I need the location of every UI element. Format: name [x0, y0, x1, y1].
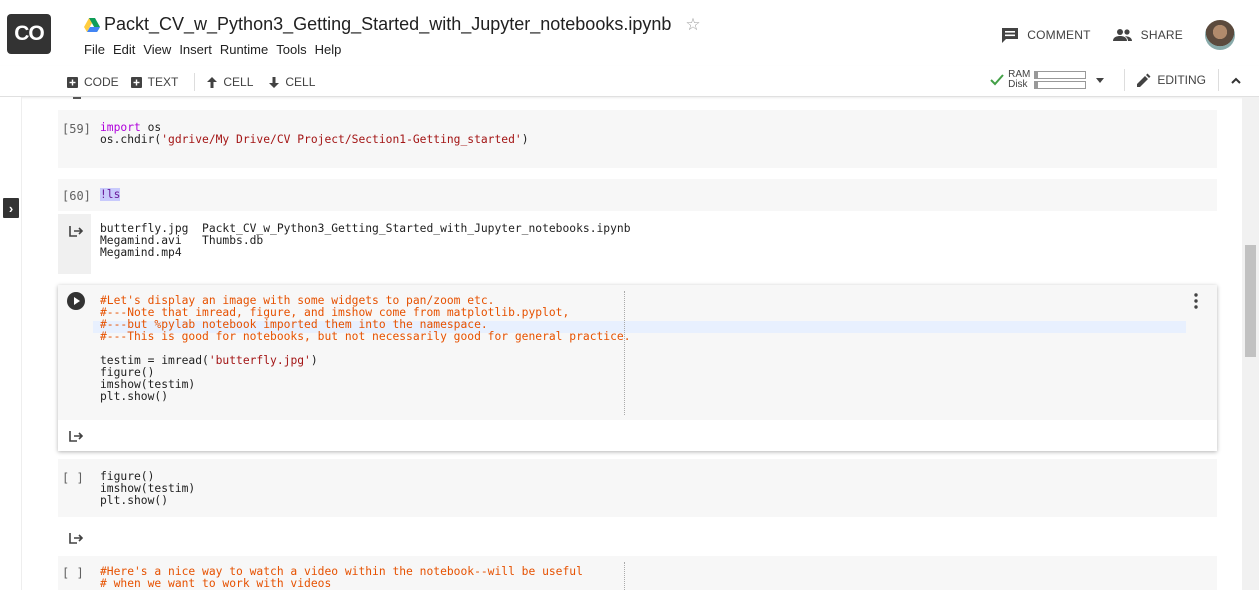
notebook-toolbar: CODE TEXT CELL CELL RAM Disk EDITING: [0, 66, 1259, 97]
move-cell-up-button[interactable]: CELL: [207, 75, 253, 89]
menu-edit[interactable]: Edit: [113, 42, 135, 57]
code-string: 'butterfly.jpg': [208, 354, 311, 367]
cell-figure-output: [58, 525, 1217, 551]
share-label: SHARE: [1140, 28, 1183, 42]
code-magic: !ls: [100, 188, 121, 201]
code-cell-figure[interactable]: [ ] figure() imshow(testim) plt.show(): [58, 459, 1217, 517]
user-avatar[interactable]: [1205, 20, 1235, 50]
header-actions: COMMENT SHARE: [1001, 20, 1259, 50]
code-editor[interactable]: figure() imshow(testim) plt.show(): [100, 471, 195, 507]
code-cell-59[interactable]: [59] import os os.chdir('gdrive/My Drive…: [58, 110, 1217, 168]
ram-bar: [1034, 71, 1087, 79]
menu-help[interactable]: Help: [315, 42, 342, 57]
add-code-label: CODE: [84, 75, 119, 89]
menu-bar: File Edit View Insert Runtime Tools Help: [84, 42, 349, 57]
toolbar-divider: [194, 73, 196, 91]
resource-labels: RAM Disk: [1008, 70, 1030, 90]
output-redirect-icon[interactable]: [68, 530, 84, 546]
code-cell-60[interactable]: [60] !ls: [58, 179, 1217, 211]
disk-bar: [1034, 81, 1087, 89]
toggle-sidebar-button[interactable]: ›: [3, 198, 19, 218]
code-text: os.chdir(: [100, 133, 162, 146]
code-editor[interactable]: import os os.chdir('gdrive/My Drive/CV P…: [100, 122, 529, 146]
google-drive-icon: [84, 17, 100, 32]
code-comment: #---This is good for notebooks, but not …: [100, 330, 631, 343]
output-text: butterfly.jpg Packt_CV_w_Python3_Getting…: [100, 222, 631, 259]
code-text: ): [521, 133, 529, 146]
cell-60-output: butterfly.jpg Packt_CV_w_Python3_Getting…: [58, 214, 1217, 274]
menu-runtime[interactable]: Runtime: [220, 42, 268, 57]
comment-button[interactable]: COMMENT: [1001, 27, 1090, 43]
toolbar-left: CODE TEXT CELL CELL: [67, 73, 327, 91]
title-row: Packt_CV_w_Python3_Getting_Started_with_…: [84, 14, 701, 35]
colab-logo[interactable]: CO: [7, 14, 51, 54]
move-cell-down-button[interactable]: CELL: [269, 75, 315, 89]
active-code-cell[interactable]: #Let's display an image with some widget…: [58, 285, 1217, 451]
toolbar-right: RAM Disk EDITING: [990, 69, 1241, 91]
code-comment: # when we want to work with videos: [100, 577, 332, 590]
add-box-icon: [67, 76, 78, 88]
code-editor[interactable]: !ls: [100, 188, 121, 201]
dropdown-arrow-icon[interactable]: [1096, 77, 1105, 83]
code-cell-video[interactable]: [ ] #Here's a nice way to watch a video …: [58, 556, 1217, 590]
vertical-scrollbar[interactable]: [1242, 97, 1259, 590]
code-text: plt.show(): [100, 390, 169, 403]
arrow-down-icon: [269, 76, 280, 88]
disk-label: Disk: [1008, 79, 1028, 90]
comment-label: COMMENT: [1027, 28, 1091, 42]
add-text-label: TEXT: [147, 75, 179, 89]
colab-header: CO Packt_CV_w_Python3_Getting_Started_wi…: [0, 0, 1259, 66]
code-text: ): [310, 354, 318, 367]
scrollbar-thumb[interactable]: [1245, 245, 1256, 357]
editing-label: EDITING: [1157, 73, 1206, 87]
execution-count: [ ]: [62, 566, 84, 580]
add-text-button[interactable]: TEXT: [130, 75, 179, 89]
star-icon[interactable]: ☆: [685, 15, 700, 35]
execution-count: [ ]: [62, 471, 84, 485]
people-icon: [1112, 29, 1132, 41]
comment-icon: [1002, 28, 1019, 43]
editing-mode-button[interactable]: EDITING: [1137, 73, 1206, 87]
output-redirect-icon[interactable]: [68, 428, 84, 444]
toolbar-divider: [1124, 69, 1126, 91]
resource-bars: [1034, 70, 1087, 90]
toolbar-divider: [1218, 69, 1219, 91]
execution-count: [60]: [62, 189, 91, 203]
left-panel-strip: ›: [0, 97, 22, 590]
share-button[interactable]: SHARE: [1112, 28, 1183, 42]
code-string: 'gdrive/My Drive/CV Project/Section1-Get…: [161, 133, 522, 146]
resources-indicator[interactable]: RAM Disk: [990, 70, 1105, 90]
code-editor[interactable]: #Here's a nice way to watch a video with…: [100, 566, 583, 590]
output-redirect-icon[interactable]: [68, 223, 84, 239]
pencil-icon: [1137, 73, 1151, 87]
menu-insert[interactable]: Insert: [179, 42, 212, 57]
menu-file[interactable]: File: [84, 42, 105, 57]
previous-cell-remnant: [73, 97, 81, 99]
add-code-button[interactable]: CODE: [67, 75, 119, 89]
more-vert-icon[interactable]: [1194, 293, 1198, 309]
execution-count: [59]: [62, 122, 91, 136]
run-cell-icon[interactable]: [67, 292, 85, 310]
notebook-title[interactable]: Packt_CV_w_Python3_Getting_Started_with_…: [104, 14, 671, 35]
code-editor[interactable]: #Let's display an image with some widget…: [100, 295, 631, 403]
collapse-header-icon[interactable]: [1231, 77, 1241, 84]
ruler-line: [624, 562, 625, 590]
check-icon: [990, 74, 1004, 86]
move-cell-up-label: CELL: [223, 75, 254, 89]
menu-view[interactable]: View: [143, 42, 171, 57]
move-cell-down-label: CELL: [285, 75, 316, 89]
arrow-up-icon: [207, 76, 218, 88]
menu-tools[interactable]: Tools: [276, 42, 306, 57]
add-box-icon: [130, 76, 142, 88]
